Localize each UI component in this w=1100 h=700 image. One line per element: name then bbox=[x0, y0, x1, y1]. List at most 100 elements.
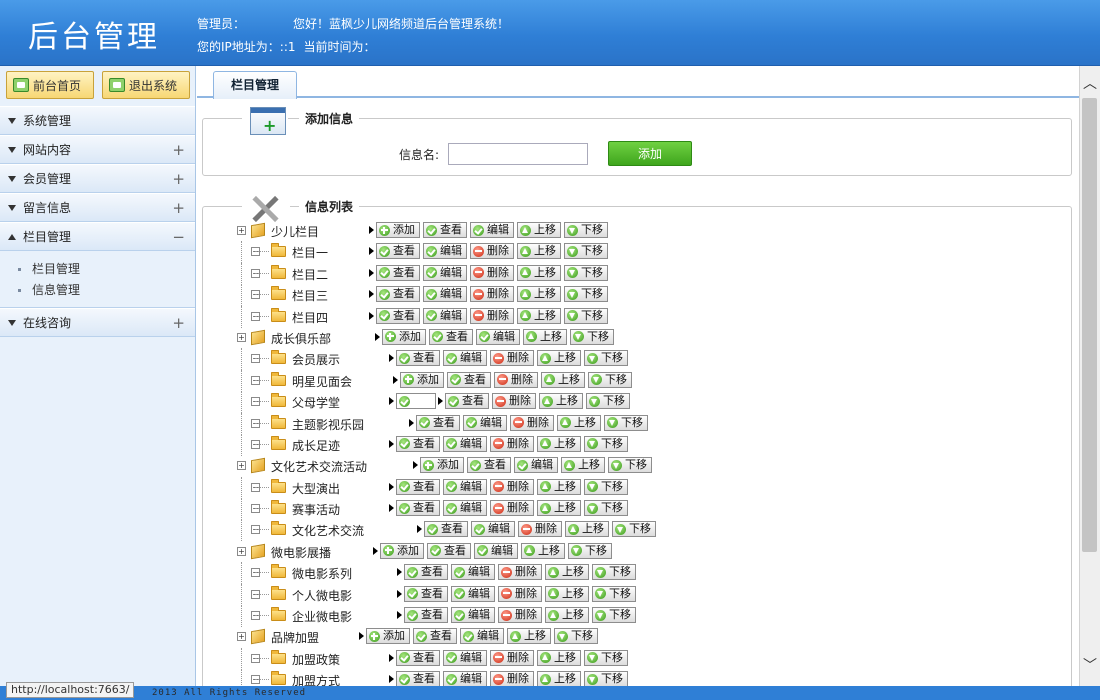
delete-button[interactable]: 删除 bbox=[470, 243, 514, 260]
delete-button[interactable]: 删除 bbox=[494, 371, 538, 388]
delete-button[interactable]: 删除 bbox=[498, 607, 542, 624]
view-button[interactable]: 查看 bbox=[396, 671, 440, 686]
edit-button[interactable]: 编辑 bbox=[451, 607, 495, 624]
move-up-button[interactable]: 上移 bbox=[539, 393, 583, 410]
move-down-button[interactable]: 下移 bbox=[564, 222, 608, 238]
move-up-button[interactable]: 上移 bbox=[561, 457, 605, 474]
edit-button[interactable]: 编辑 bbox=[443, 649, 487, 666]
expand-icon[interactable]: + bbox=[237, 226, 246, 235]
move-up-button[interactable]: 上移 bbox=[545, 564, 589, 581]
move-up-button[interactable]: 上移 bbox=[521, 542, 565, 559]
tree-node-label[interactable]: 加盟政策 bbox=[292, 651, 340, 668]
move-down-button[interactable]: 下移 bbox=[604, 414, 648, 431]
logout-button[interactable]: 退出系统 bbox=[102, 71, 190, 99]
move-down-button[interactable]: 下移 bbox=[584, 500, 628, 517]
move-up-button[interactable]: 上移 bbox=[537, 649, 581, 666]
edit-button[interactable]: 编辑 bbox=[423, 264, 467, 281]
sidebar-item-members[interactable]: 会员管理 + bbox=[0, 164, 195, 193]
move-down-button[interactable]: 下移 bbox=[584, 671, 628, 686]
move-down-button[interactable]: 下移 bbox=[612, 521, 656, 538]
move-up-button[interactable]: 上移 bbox=[537, 435, 581, 452]
move-up-button[interactable]: 上移 bbox=[537, 500, 581, 517]
move-up-button[interactable]: 上移 bbox=[537, 350, 581, 367]
tree-node-label[interactable]: 成长俱乐部 bbox=[271, 330, 331, 347]
tree-node-label[interactable]: 栏目一 bbox=[292, 244, 328, 261]
move-down-button[interactable]: 下移 bbox=[584, 649, 628, 666]
delete-button[interactable]: 删除 bbox=[490, 671, 534, 686]
move-down-button[interactable]: 下移 bbox=[570, 328, 614, 345]
view-button[interactable]: 查看 bbox=[467, 457, 511, 474]
move-down-button[interactable]: 下移 bbox=[584, 435, 628, 452]
move-down-button[interactable]: 下移 bbox=[592, 607, 636, 624]
edit-button[interactable]: 编辑 bbox=[514, 457, 558, 474]
delete-button[interactable]: 删除 bbox=[490, 350, 534, 367]
move-up-button[interactable]: 上移 bbox=[565, 521, 609, 538]
home-button[interactable]: 前台首页 bbox=[6, 71, 94, 99]
expand-icon[interactable]: + bbox=[237, 332, 246, 342]
edit-button[interactable]: 编辑 bbox=[474, 542, 518, 559]
delete-button[interactable]: 删除 bbox=[490, 435, 534, 452]
edit-button[interactable]: 编辑 bbox=[423, 243, 467, 260]
edit-button[interactable]: 编辑 bbox=[476, 328, 520, 345]
view-button[interactable]: 查看 bbox=[404, 585, 448, 602]
blank-action-button[interactable] bbox=[396, 393, 436, 410]
move-down-button[interactable]: 下移 bbox=[564, 264, 608, 281]
tree-node-label[interactable]: 加盟方式 bbox=[292, 672, 340, 686]
move-down-button[interactable]: 下移 bbox=[584, 478, 628, 495]
move-up-button[interactable]: 上移 bbox=[507, 628, 551, 645]
sidebar-item-columns[interactable]: 栏目管理 − bbox=[0, 222, 195, 251]
delete-button[interactable]: 删除 bbox=[498, 564, 542, 581]
move-up-button[interactable]: 上移 bbox=[517, 286, 561, 303]
tree-node-label[interactable]: 少儿栏目 bbox=[271, 223, 319, 240]
sidebar-subitem-column-manage[interactable]: 栏目管理 bbox=[18, 259, 195, 280]
expand-icon[interactable]: + bbox=[237, 632, 246, 642]
edit-button[interactable]: 编辑 bbox=[451, 564, 495, 581]
expand-icon[interactable]: + bbox=[237, 546, 246, 556]
add-button[interactable]: 添加 bbox=[400, 371, 444, 388]
move-down-button[interactable]: 下移 bbox=[592, 564, 636, 581]
move-up-button[interactable]: 上移 bbox=[541, 371, 585, 388]
view-button[interactable]: 查看 bbox=[376, 243, 420, 260]
delete-button[interactable]: 删除 bbox=[498, 585, 542, 602]
view-button[interactable]: 查看 bbox=[424, 521, 468, 538]
edit-button[interactable]: 编辑 bbox=[443, 478, 487, 495]
delete-button[interactable]: 删除 bbox=[510, 414, 554, 431]
tree-node-label[interactable]: 明星见面会 bbox=[292, 373, 352, 390]
edit-button[interactable]: 编辑 bbox=[471, 521, 515, 538]
view-button[interactable]: 查看 bbox=[396, 435, 440, 452]
edit-button[interactable]: 编辑 bbox=[443, 500, 487, 517]
view-button[interactable]: 查看 bbox=[396, 500, 440, 517]
tree-node-label[interactable]: 微电影展播 bbox=[271, 544, 331, 561]
view-button[interactable]: 查看 bbox=[445, 393, 489, 410]
tree-node-label[interactable]: 栏目三 bbox=[292, 287, 328, 304]
delete-button[interactable]: 删除 bbox=[470, 264, 514, 281]
view-button[interactable]: 查看 bbox=[404, 607, 448, 624]
view-button[interactable]: 查看 bbox=[376, 286, 420, 303]
view-button[interactable]: 查看 bbox=[429, 328, 473, 345]
tree-node-label[interactable]: 文化艺术交流 bbox=[292, 522, 364, 539]
view-button[interactable]: 查看 bbox=[376, 307, 420, 324]
move-down-button[interactable]: 下移 bbox=[586, 393, 630, 410]
edit-button[interactable]: 编辑 bbox=[463, 414, 507, 431]
tree-node-label[interactable]: 成长足迹 bbox=[292, 437, 340, 454]
view-button[interactable]: 查看 bbox=[396, 649, 440, 666]
view-button[interactable]: 查看 bbox=[413, 628, 457, 645]
scrollbar-thumb[interactable] bbox=[1082, 98, 1097, 552]
move-up-button[interactable]: 上移 bbox=[517, 222, 561, 238]
tree-node-label[interactable]: 主题影视乐园 bbox=[292, 416, 364, 433]
tab-column-manage[interactable]: 栏目管理 bbox=[213, 71, 297, 99]
vertical-scrollbar[interactable]: ︿ ﹀ bbox=[1079, 66, 1100, 686]
move-up-button[interactable]: 上移 bbox=[537, 671, 581, 686]
move-down-button[interactable]: 下移 bbox=[608, 457, 652, 474]
view-button[interactable]: 查看 bbox=[416, 414, 460, 431]
expand-icon[interactable]: + bbox=[237, 461, 246, 471]
scroll-down-icon[interactable]: ﹀ bbox=[1080, 656, 1100, 676]
view-button[interactable]: 查看 bbox=[376, 264, 420, 281]
tree-node-label[interactable]: 个人微电影 bbox=[292, 587, 352, 604]
move-up-button[interactable]: 上移 bbox=[523, 328, 567, 345]
tree-node-label[interactable]: 大型演出 bbox=[292, 480, 340, 497]
view-button[interactable]: 查看 bbox=[404, 564, 448, 581]
move-up-button[interactable]: 上移 bbox=[545, 607, 589, 624]
tree-node-label[interactable]: 会员展示 bbox=[292, 351, 340, 368]
move-down-button[interactable]: 下移 bbox=[588, 371, 632, 388]
